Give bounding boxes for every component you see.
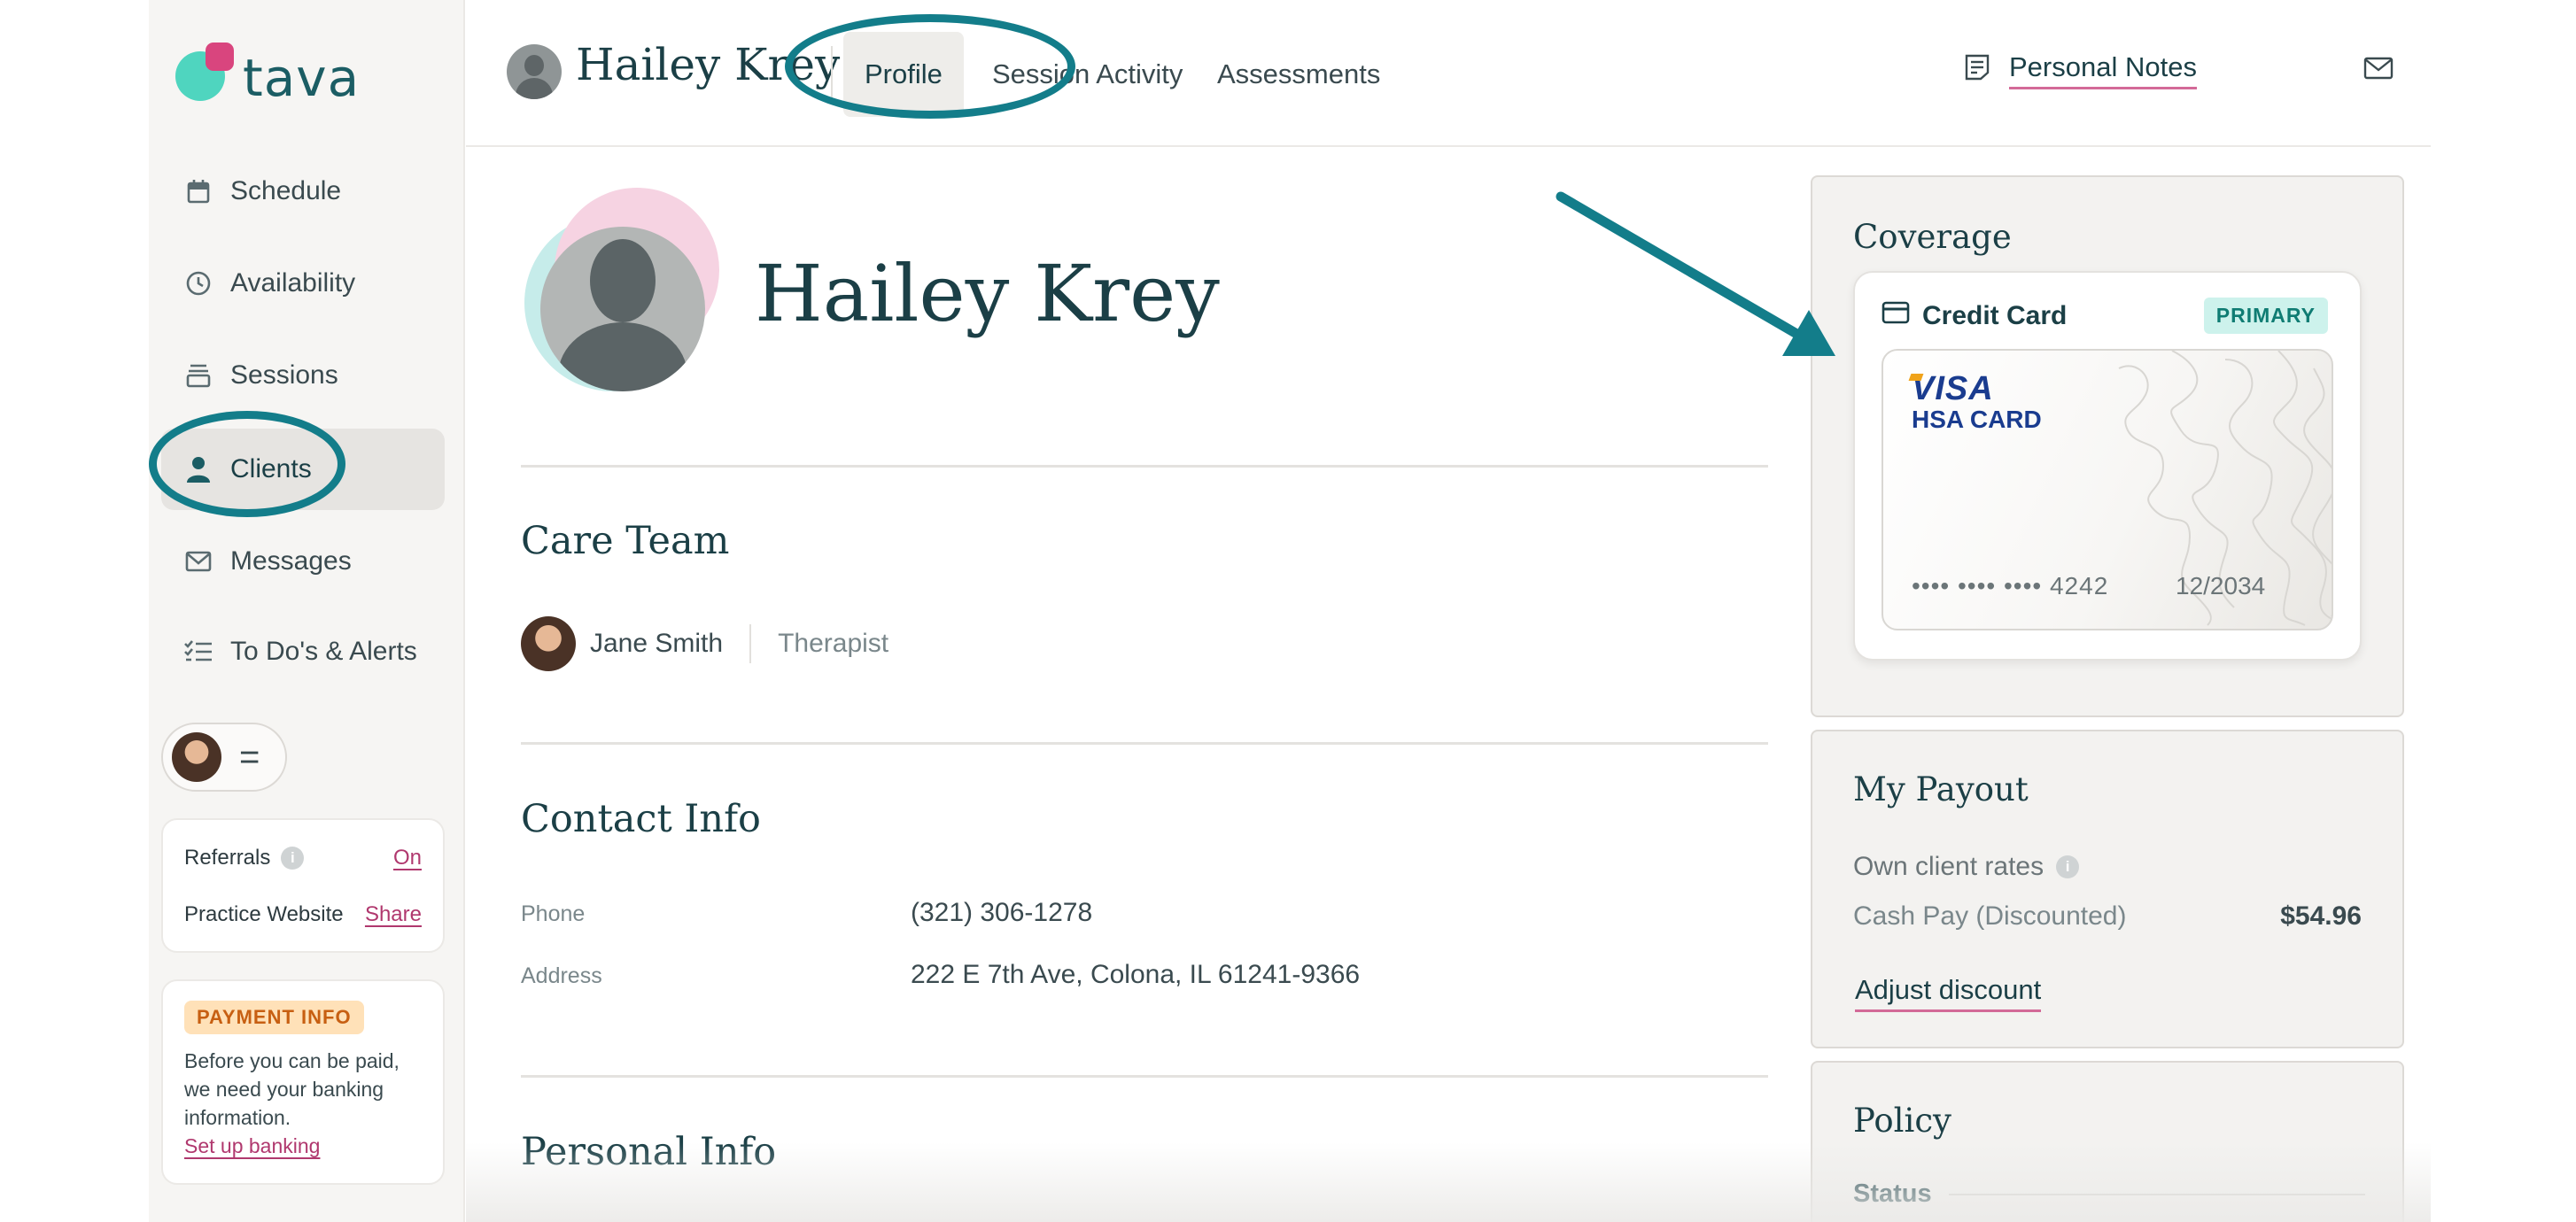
sidebar-item-messages[interactable]: Messages [161, 521, 445, 602]
therapist-avatar [521, 616, 576, 671]
sidebar-item-label: Availability [230, 268, 356, 298]
phone-value: (321) 306-1278 [911, 898, 1093, 927]
user-avatar [172, 732, 221, 782]
payment-info-badge: PAYMENT INFO [184, 1001, 364, 1034]
divider [521, 465, 1768, 468]
card-image: VISA HSA CARD •••• •••• •••• 4242 12/203… [1882, 349, 2333, 630]
tava-logo[interactable]: tava [175, 43, 370, 113]
app-window: tava Schedule Availability Sessions Clie [149, 0, 2431, 1222]
sidebar-item-clients[interactable]: Clients [161, 429, 445, 510]
stack-icon [182, 360, 214, 391]
client-avatar [507, 44, 562, 99]
sidebar-item-label: Messages [230, 546, 352, 576]
sidebar-item-sessions[interactable]: Sessions [161, 335, 445, 416]
divider [521, 742, 1768, 745]
member-divider [749, 624, 752, 663]
set-up-banking-link[interactable]: Set up banking [184, 1134, 320, 1157]
notes-icon [1963, 53, 1991, 89]
my-payout-heading: My Payout [1853, 770, 2029, 808]
card-type-label: HSA CARD [1912, 406, 2042, 433]
header-divider [831, 46, 833, 99]
rate-name: Cash Pay (Discounted) [1853, 901, 2127, 931]
phone-label: Phone [521, 901, 586, 926]
primary-badge: PRIMARY [2203, 298, 2328, 334]
own-client-rates-label: Own client rates [1853, 852, 2045, 881]
share-website-link[interactable]: Share [365, 902, 422, 927]
status-rule [1949, 1194, 2365, 1195]
therapist-name: Jane Smith [590, 629, 724, 658]
payment-method-card[interactable]: Credit Card PRIMARY VISA HSA CARD •••• •… [1853, 271, 2362, 661]
divider [521, 1075, 1768, 1078]
care-team-member[interactable]: Jane Smith Therapist [521, 616, 888, 671]
profile-avatar [524, 188, 719, 391]
tab-session-activity[interactable]: Session Activity [971, 32, 1204, 117]
sidebar-item-schedule[interactable]: Schedule [161, 151, 445, 232]
sidebar-item-label: Schedule [230, 176, 342, 205]
personal-info-heading: Personal Info [521, 1130, 777, 1174]
info-icon[interactable]: i [281, 847, 305, 870]
person-icon [182, 453, 214, 485]
care-team-heading: Care Team [521, 519, 730, 563]
practice-settings-card: Referrals i On Practice Website Share [161, 818, 445, 953]
checklist-icon [182, 636, 214, 668]
tab-assessments[interactable]: Assessments [1196, 32, 1401, 117]
logo-mark-pink [206, 43, 234, 71]
avatar-silhouette [540, 227, 705, 391]
tab-profile[interactable]: Profile [843, 32, 964, 117]
sidebar-item-label: Clients [230, 454, 312, 483]
address-label: Address [521, 963, 602, 988]
rate-amount: $54.96 [2280, 901, 2362, 931]
card-expiry: 12/2034 [2176, 572, 2266, 599]
policy-status-label: Status [1853, 1179, 1932, 1208]
calendar-icon [182, 175, 214, 207]
payment-method-header: Credit Card [1882, 301, 2067, 331]
sidebar-item-label: Sessions [230, 360, 338, 390]
client-name-header: Hailey Krey [576, 39, 841, 90]
practice-website-row: Practice Website Share [184, 896, 422, 933]
contact-info-heading: Contact Info [521, 797, 761, 841]
profile-main: Hailey Krey Care Team Jane Smith Therapi… [466, 149, 1768, 1222]
logo-wordmark: tava [243, 48, 361, 108]
payment-info-text: Before you can be paid, we need your ban… [184, 1049, 400, 1129]
visa-logo: VISA [1912, 370, 1994, 407]
mail-icon [182, 545, 214, 577]
hamburger-icon: = [239, 738, 260, 777]
adjust-discount-link[interactable]: Adjust discount [1855, 974, 2042, 1012]
referrals-label: Referrals [184, 846, 271, 870]
coverage-card: Coverage Credit Card PRIMARY VISA HSA CA… [1811, 175, 2404, 717]
coverage-heading: Coverage [1853, 218, 2012, 256]
address-value: 222 E 7th Ave, Colona, IL 61241-9366 [911, 960, 1361, 989]
user-menu-button[interactable]: = [161, 723, 287, 792]
client-header: Hailey Krey Profile Session Activity Ass… [466, 0, 2431, 147]
referrals-toggle-link[interactable]: On [393, 846, 422, 870]
therapist-role: Therapist [778, 629, 889, 658]
my-payout-card: My Payout Own client rates i Cash Pay (D… [1811, 730, 2404, 1048]
clock-icon [182, 267, 214, 299]
info-icon[interactable]: i [2056, 855, 2080, 878]
own-client-rates-row: Own client rates i [1853, 852, 2080, 882]
credit-card-icon [1882, 301, 1910, 331]
card-number: •••• •••• •••• 4242 [1912, 572, 2109, 599]
sidebar-item-availability[interactable]: Availability [161, 243, 445, 324]
sidebar-item-todos[interactable]: To Do's & Alerts [161, 611, 445, 692]
practice-website-label: Practice Website [184, 902, 344, 926]
message-client-button[interactable] [2363, 57, 2394, 84]
policy-heading: Policy [1853, 1102, 1951, 1140]
payment-info-card: PAYMENT INFO Before you can be paid, we … [161, 979, 445, 1185]
page-title: Hailey Krey [755, 248, 1220, 339]
sidebar-item-label: To Do's & Alerts [230, 637, 417, 666]
personal-notes-button[interactable]: Personal Notes [1963, 51, 2197, 89]
policy-card: Policy Status [1811, 1061, 2404, 1222]
sidebar: tava Schedule Availability Sessions Clie [149, 0, 465, 1222]
payment-method-label: Credit Card [1922, 301, 2068, 330]
referrals-row: Referrals i On [184, 839, 422, 877]
mail-icon [2363, 57, 2394, 83]
personal-notes-label: Personal Notes [2009, 51, 2197, 89]
